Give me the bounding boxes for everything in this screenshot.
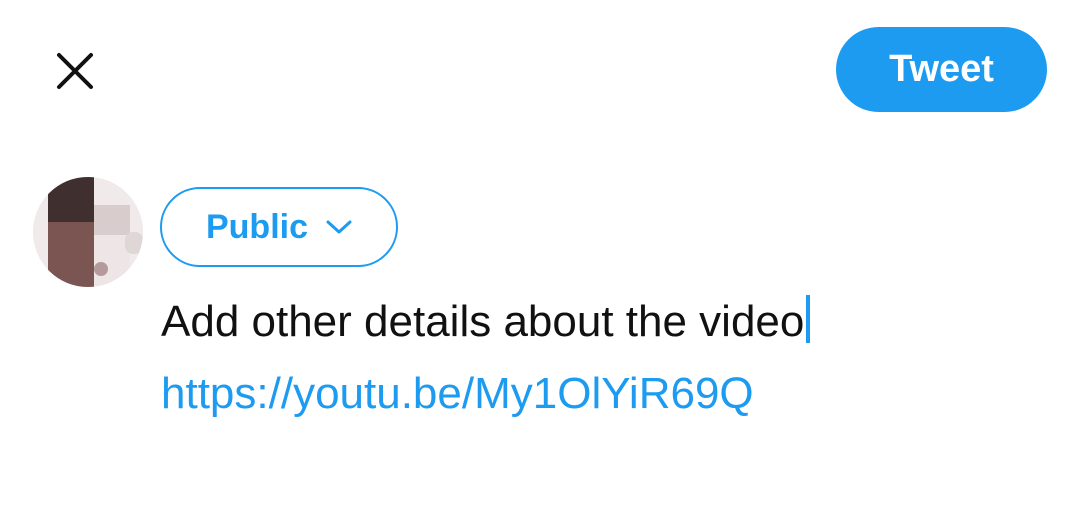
tweet-link[interactable]: https://youtu.be/My1OlYiR69Q: [161, 364, 754, 424]
audience-label: Public: [205, 207, 309, 246]
close-button[interactable]: [50, 46, 100, 96]
tweet-button-label: Tweet: [889, 48, 994, 90]
tweet-text: Add other details about the video: [161, 297, 805, 346]
tweet-link-text: https://youtu.be/My1OlYiR69Q: [161, 369, 754, 418]
close-icon: [57, 53, 93, 89]
text-cursor: [806, 295, 811, 343]
tweet-compose-screen: Tweet Public Add other details about the…: [0, 0, 1080, 523]
audience-selector[interactable]: Public: [160, 187, 398, 267]
chevron-down-icon: [326, 220, 352, 234]
tweet-button[interactable]: Tweet: [836, 27, 1047, 112]
tweet-text-input[interactable]: Add other details about the video: [161, 292, 811, 352]
avatar[interactable]: [33, 177, 143, 287]
avatar-image: [33, 177, 143, 287]
